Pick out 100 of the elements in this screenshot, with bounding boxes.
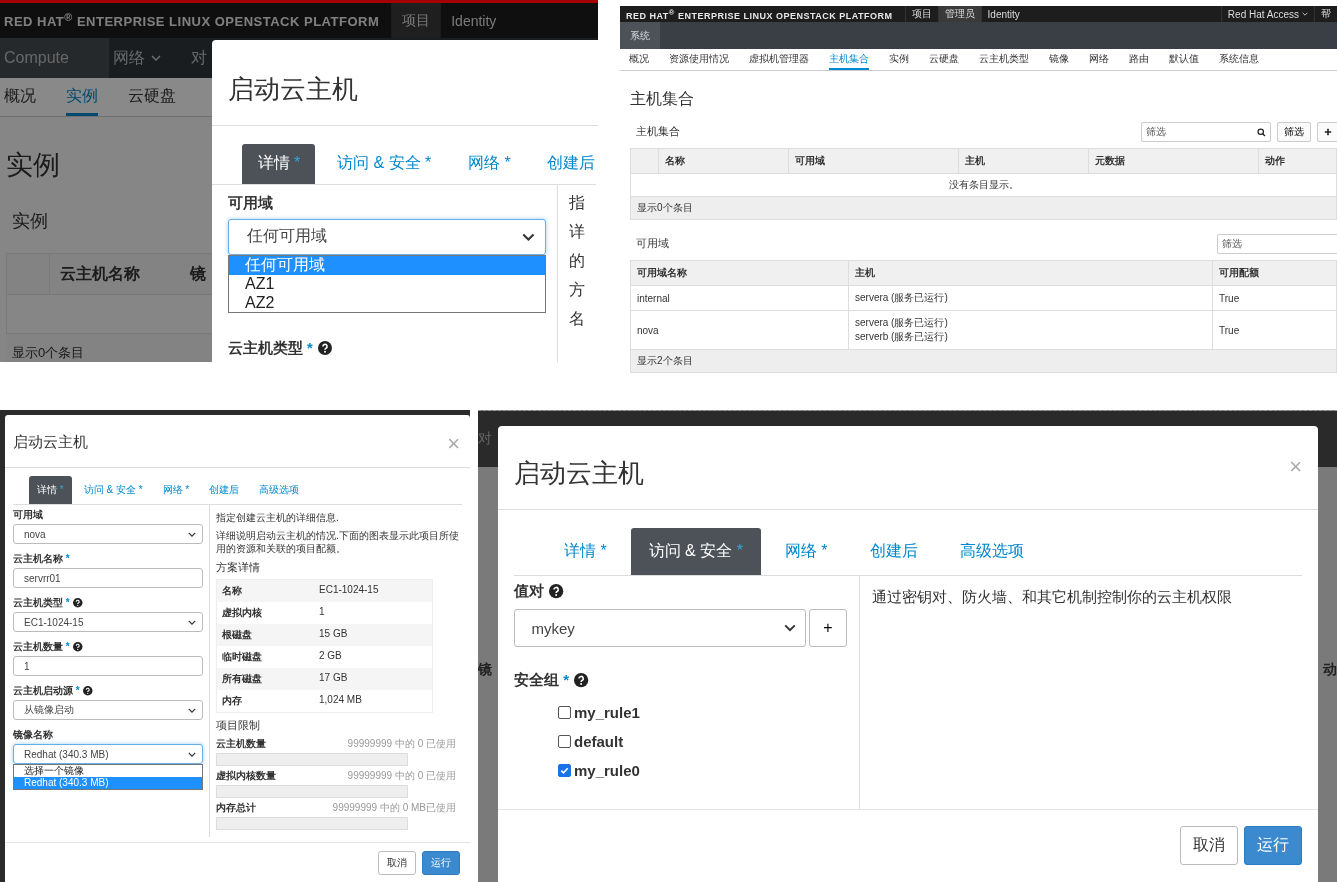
add-keypair-button[interactable]: + (809, 609, 847, 647)
dialog-tab[interactable]: 创建后 (201, 476, 248, 504)
sub-nav-tab[interactable]: 主机集合 (829, 49, 869, 70)
cut-text: 指 (569, 193, 587, 214)
availability-zone-select[interactable]: 任何可用域 (228, 219, 546, 255)
dialog-tab[interactable]: 网络 * (154, 476, 198, 504)
input-field[interactable]: 1 (13, 656, 203, 676)
sub-nav-tab[interactable]: 系统信息 (1219, 49, 1259, 70)
dialog-tab[interactable]: 详情 * (546, 528, 625, 575)
select-field[interactable]: nova (13, 524, 203, 544)
field-label: 云主机类型 * (13, 596, 70, 610)
cut-text: 详 (569, 222, 587, 243)
help-icon[interactable] (83, 686, 93, 696)
chevron-down-icon (188, 531, 196, 537)
dialog-button[interactable]: 运行 (1244, 826, 1302, 865)
dialog-tab[interactable]: 详情 * (29, 476, 72, 504)
table-cell-text: 名称 (222, 584, 243, 598)
help-icon[interactable] (317, 341, 332, 356)
checkbox[interactable] (558, 706, 571, 719)
sub-nav-tab[interactable]: 概况 (4, 78, 36, 116)
dialog-tab[interactable]: 网络 * (766, 528, 846, 575)
dialog-tab[interactable]: 高级选项 (941, 528, 1042, 575)
field-label: 镜像名称 (13, 728, 53, 742)
select-field[interactable]: 从镜像启动 (13, 700, 203, 720)
cut-text: 镜 (478, 661, 492, 679)
table-cell: servera (服务已运行) (855, 316, 948, 330)
dialog-tab[interactable]: 访问 & 安全 * (630, 528, 761, 575)
table-cell-text: 15 GB (319, 628, 348, 641)
field-label: 云主机名称 * (13, 552, 70, 566)
dropdown-option[interactable]: AZ1 (229, 274, 545, 294)
column-header: 可用配额 (1218, 266, 1260, 280)
table-cell-text: True (1218, 323, 1241, 338)
sub-nav-tab[interactable]: 实例 (889, 49, 909, 70)
quota-label: 云主机数量 (216, 737, 266, 751)
column-header: 镜 (188, 263, 207, 284)
dialog-button[interactable]: 取消 (378, 851, 416, 875)
help-icon[interactable] (73, 598, 83, 608)
table-cell-text: EC1-1024-15 (319, 584, 379, 597)
checkbox-label: default (574, 733, 624, 750)
sub-nav-tab[interactable]: 概况 (629, 49, 649, 70)
table-footer: 显示0个条目 (637, 201, 693, 215)
table-cell-text: 1 (319, 606, 325, 619)
table-cell-text: 临时磁盘 (222, 650, 263, 664)
dropdown-option[interactable]: AZ2 (229, 293, 545, 313)
keypair-select[interactable]: mykey (514, 609, 806, 647)
search-icon (1257, 127, 1266, 137)
cut-text: 动 (1323, 661, 1337, 679)
checkbox-label: my_rule0 (574, 762, 640, 779)
filter-field[interactable]: 筛选 (1217, 234, 1337, 254)
dialog-tab[interactable]: 访问 & 安全 * (321, 143, 447, 184)
sub-nav-tab[interactable]: 云硬盘 (128, 78, 176, 116)
panel-tab[interactable]: 系统 (620, 22, 660, 49)
page-title: 实例 (6, 149, 60, 182)
field-label: 可用域 (228, 194, 273, 214)
section-title: 实例 (12, 210, 48, 233)
sub-nav-tab[interactable]: 云硬盘 (929, 49, 959, 70)
sub-nav-tab[interactable]: 虚拟机管理器 (749, 49, 809, 70)
select-field[interactable]: Redhat (340.3 MB) (13, 744, 203, 764)
quota-reading: 99999999 中的 0 已使用 (347, 737, 456, 751)
top-nav-item[interactable]: 管理员 (937, 6, 981, 22)
column-header: 可用域名称 (631, 261, 849, 285)
dialog-tab[interactable]: 访问 & 安全 * (75, 476, 151, 504)
checkbox[interactable] (558, 764, 571, 777)
dialog-tab[interactable]: 创建后 (851, 528, 936, 575)
help-icon[interactable] (574, 673, 589, 688)
filter-button[interactable]: 筛选 (1277, 122, 1311, 142)
dialog-tab[interactable]: 详情 * (242, 143, 316, 184)
sub-nav-tab[interactable]: 网络 (1089, 49, 1109, 70)
dialog-button[interactable]: 运行 (422, 851, 460, 875)
select-field[interactable]: EC1-1024-15 (13, 612, 203, 632)
dialog-tab[interactable]: 网络 * (452, 143, 526, 184)
sub-nav-tab[interactable]: 云主机类型 (979, 49, 1029, 70)
chevron-down-icon (188, 751, 196, 757)
page-title: 主机集合 (630, 89, 695, 109)
table-cell-text: 内存 (222, 694, 243, 708)
table-cell: serverb (服务已运行) (855, 330, 948, 344)
help-icon[interactable] (549, 584, 564, 599)
input-field[interactable]: servrr01 (13, 568, 203, 588)
dialog-button[interactable]: 取消 (1180, 826, 1238, 865)
checkbox[interactable] (558, 735, 571, 748)
section-title: 项目限制 (216, 718, 261, 733)
table-cell-text: 根磁盘 (222, 628, 253, 642)
quota-label: 内存总计 (216, 801, 256, 815)
dropdown-option[interactable]: 选择一个镜像 (14, 765, 202, 777)
dialog-tab[interactable]: 创建后 (532, 143, 598, 184)
sub-nav-tab[interactable]: 资源使用情况 (669, 49, 729, 70)
help-icon[interactable] (73, 642, 83, 652)
sub-nav-tab[interactable]: 路由 (1129, 49, 1149, 70)
top-nav-item[interactable]: 项目 (391, 3, 441, 38)
dialog-tab[interactable]: 高级选项 (251, 476, 308, 504)
filter-field[interactable]: 筛选 (1141, 122, 1271, 142)
brand-logo-text: RED HAT$^{®}$ ENTERPRISE LINUX OPENSTACK PLATFORM (3, 11, 381, 30)
column-header: 名称 (659, 149, 789, 173)
cut-text: 名 (569, 309, 587, 330)
sub-nav-tab[interactable]: 默认值 (1169, 49, 1199, 70)
section-title: 可用域 (635, 237, 669, 251)
field-label: 云主机数量 * (13, 640, 70, 654)
caret-icon (1302, 12, 1308, 16)
sub-nav-tab[interactable]: 镜像 (1049, 49, 1069, 70)
field-label: 可用域 (13, 508, 43, 522)
